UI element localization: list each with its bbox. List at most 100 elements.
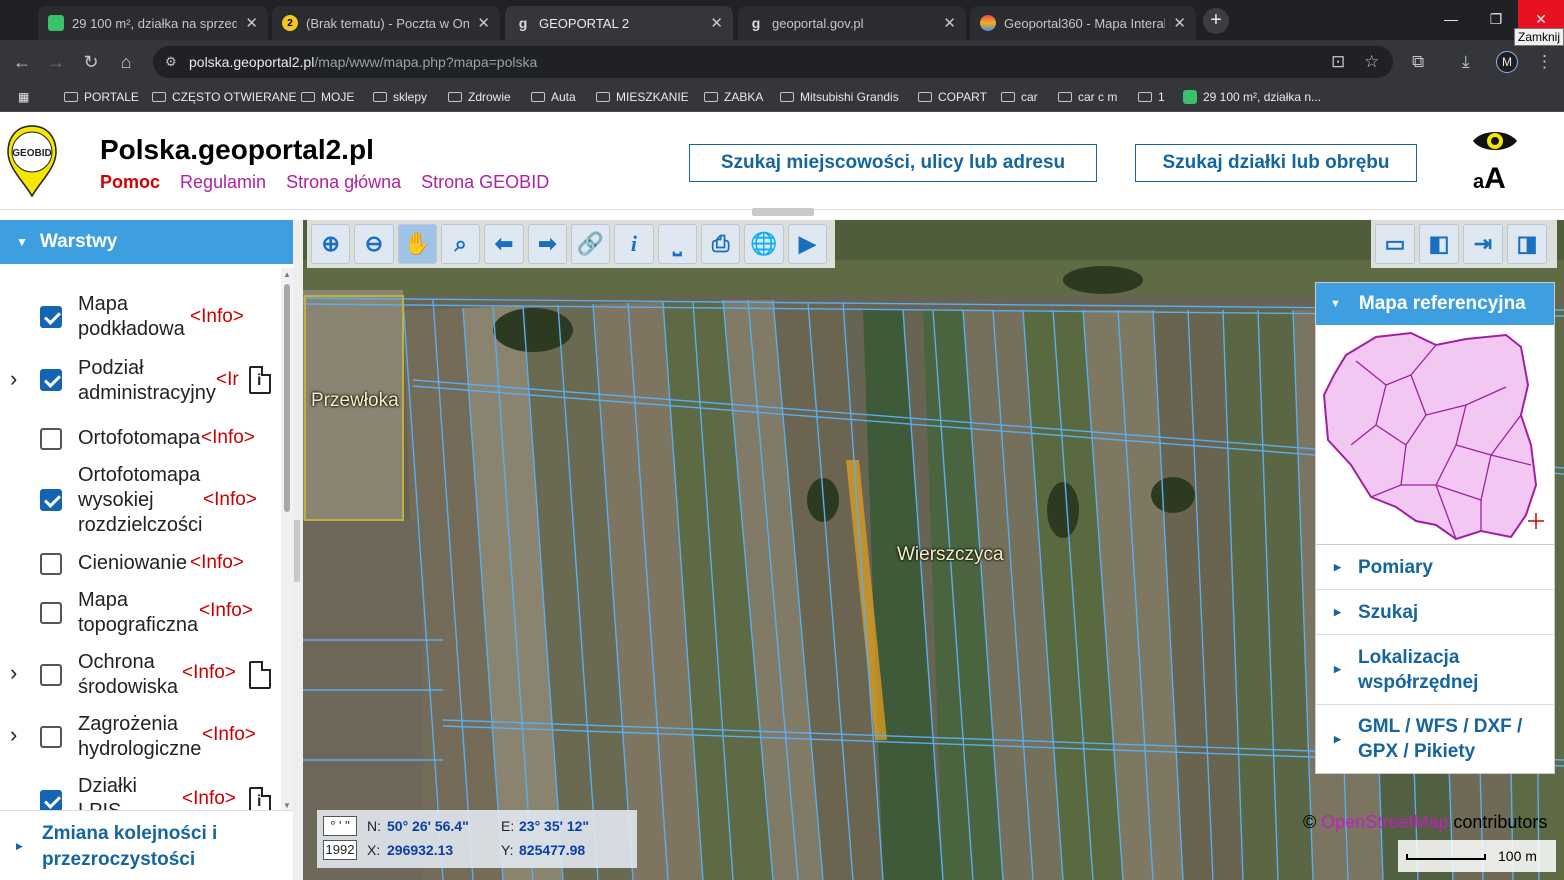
close-tab-icon[interactable]: ✕ (477, 14, 490, 32)
globe-icon[interactable]: 🌐 (744, 224, 784, 264)
tab-geoportal2[interactable]: g GEOPORTAL 2 ✕ (505, 6, 733, 40)
eye-icon[interactable] (1470, 126, 1520, 156)
home-button[interactable]: ⌂ (114, 50, 138, 74)
layers-panel-header[interactable]: ▼ Warstwy (0, 220, 293, 264)
layer-checkbox[interactable] (40, 369, 62, 391)
layer-info-link[interactable]: <Info> (190, 306, 244, 328)
header-splitter-handle[interactable] (752, 208, 814, 216)
bookmark-folder[interactable]: car c m (1058, 90, 1117, 104)
coord-format-toggle[interactable]: ° ' " (323, 816, 357, 836)
layout-right-panel-icon[interactable]: ◨ (1507, 224, 1547, 264)
install-app-icon[interactable]: ⊡ (1331, 52, 1345, 72)
forward-button[interactable]: → (44, 50, 68, 74)
info-icon[interactable]: i (614, 224, 654, 264)
bookmark-folder[interactable]: MIESZKANIE (596, 90, 689, 104)
video-camera-icon[interactable]: ▶ (787, 224, 827, 264)
osm-link[interactable]: OpenStreetMap (1321, 812, 1448, 832)
zoom-extent-icon[interactable]: ⌕ (440, 224, 481, 264)
restore-button[interactable]: ❐ (1473, 0, 1519, 38)
bookmark-folder[interactable]: Zdrowie (448, 90, 511, 104)
minimize-button[interactable]: — (1428, 0, 1474, 38)
close-tab-icon[interactable]: ✕ (245, 14, 258, 32)
measure-ruler-icon[interactable]: ⎵ (657, 224, 697, 264)
bookmark-folder[interactable]: Mitsubishi Grandis (780, 90, 899, 104)
layout-top-panel-icon[interactable]: ▭ (1375, 224, 1415, 264)
close-tab-icon[interactable]: ✕ (943, 14, 956, 32)
layer-info-link[interactable]: <Ir (216, 369, 239, 391)
layer-info-link[interactable]: <Info> (199, 600, 253, 622)
bookmark-link[interactable]: 29 100 m², działka n... (1183, 90, 1321, 104)
home-page-link[interactable]: Strona główna (286, 172, 401, 193)
profile-avatar[interactable]: M (1496, 51, 1518, 73)
search-parcel-button[interactable]: Szukaj działki lub obrębu (1135, 144, 1417, 182)
tab-dzialka[interactable]: 29 100 m², działka na sprzedaż ✕ (38, 6, 268, 40)
layer-checkbox[interactable] (40, 489, 62, 511)
geobid-logo[interactable]: GEOBID (6, 124, 58, 198)
reload-button[interactable]: ↻ (79, 50, 103, 74)
close-tab-icon[interactable]: ✕ (710, 14, 723, 32)
chevron-right-icon[interactable]: › (10, 660, 26, 686)
layer-info-link[interactable]: <Info> (190, 552, 244, 574)
next-view-arrow-icon[interactable]: ➡ (527, 224, 567, 264)
layers-scrollbar[interactable]: ▲ ▼ (281, 268, 293, 812)
layer-checkbox[interactable] (40, 428, 62, 450)
document-info-icon[interactable] (249, 787, 271, 810)
help-link[interactable]: Pomoc (100, 172, 160, 193)
accordion-pomiary[interactable]: ▶ Pomiary (1316, 545, 1554, 590)
tab-geoportal-gov[interactable]: g geoportal.gov.pl ✕ (738, 6, 966, 40)
scroll-up-icon[interactable]: ▲ (283, 270, 291, 279)
layer-checkbox[interactable] (40, 602, 62, 624)
url-input[interactable]: ⚙ polska.geoportal2.pl/map/www/mapa.php?… (153, 46, 1393, 78)
scroll-down-icon[interactable]: ▼ (283, 801, 291, 810)
fullscreen-arrow-icon[interactable]: ⇥ (1463, 224, 1503, 264)
reference-map[interactable] (1316, 325, 1554, 545)
bookmark-folder[interactable]: PORTALE (64, 90, 139, 104)
previous-view-arrow-icon[interactable]: ⬅ (484, 224, 524, 264)
document-info-icon[interactable] (249, 366, 271, 394)
reference-map-header[interactable]: ▼ Mapa referencyjna (1316, 283, 1554, 325)
layer-info-link[interactable]: <Info> (201, 427, 255, 449)
bookmark-folder[interactable]: sklepy (373, 90, 427, 104)
layer-info-link[interactable]: <Info> (203, 489, 257, 511)
tab-poczta[interactable]: 2 (Brak tematu) - Poczta w Onet.pl ✕ (272, 6, 500, 40)
chevron-right-icon[interactable]: › (10, 722, 26, 748)
site-settings-icon[interactable]: ⚙ (165, 54, 181, 70)
coord-system-toggle[interactable]: 1992 (323, 840, 357, 860)
new-tab-button[interactable]: + (1203, 8, 1229, 34)
zoom-out-icon[interactable]: ⊖ (354, 224, 394, 264)
regulamin-link[interactable]: Regulamin (180, 172, 266, 193)
menu-kebab-icon[interactable]: ⋮ (1536, 52, 1553, 72)
pan-hand-icon[interactable]: ✋ (397, 224, 437, 264)
chevron-right-icon[interactable]: › (10, 366, 26, 392)
font-size-icon[interactable]: aA (1473, 162, 1506, 196)
scrollbar-thumb[interactable] (284, 284, 290, 512)
layer-checkbox[interactable] (40, 664, 62, 686)
bookmark-folder[interactable]: car (1001, 90, 1038, 104)
geobid-page-link[interactable]: Strona GEOBID (421, 172, 549, 193)
layout-left-panel-icon[interactable]: ◧ (1419, 224, 1459, 264)
link-icon[interactable]: 🔗 (570, 224, 611, 264)
document-icon[interactable] (249, 661, 271, 689)
close-tab-icon[interactable]: ✕ (1173, 14, 1186, 32)
sidebar-splitter[interactable] (293, 220, 303, 880)
zoom-in-icon[interactable]: ⊕ (311, 224, 351, 264)
apps-grid-icon[interactable]: ▦ (18, 90, 29, 104)
layer-checkbox[interactable] (40, 553, 62, 575)
bookmark-star-icon[interactable]: ☆ (1364, 52, 1379, 72)
print-icon[interactable]: ⎙ (700, 224, 741, 264)
layer-checkbox[interactable] (40, 726, 62, 748)
bookmark-folder[interactable]: CZĘSTO OTWIERANE (152, 90, 296, 104)
downloads-icon[interactable]: ⤓ (1462, 52, 1470, 72)
layer-info-link[interactable]: <Info> (182, 788, 236, 810)
bookmark-folder[interactable]: MOJE (301, 90, 354, 104)
accordion-export-formats[interactable]: ▶ GML / WFS / DXF / GPX / Pikiety (1316, 705, 1554, 773)
bookmark-folder[interactable]: COPART (918, 90, 987, 104)
splitter-grip[interactable] (294, 520, 300, 582)
layer-info-link[interactable]: <Info> (202, 724, 256, 746)
layer-info-link[interactable]: <Info> (182, 662, 236, 684)
layer-checkbox[interactable] (40, 306, 62, 328)
bookmark-folder[interactable]: 1 (1138, 90, 1165, 104)
accordion-szukaj[interactable]: ▶ Szukaj (1316, 590, 1554, 635)
extensions-icon[interactable]: ⧉ (1412, 52, 1424, 72)
tab-geoportal360[interactable]: Geoportal360 - Mapa Interaktywna ✕ (970, 6, 1196, 40)
